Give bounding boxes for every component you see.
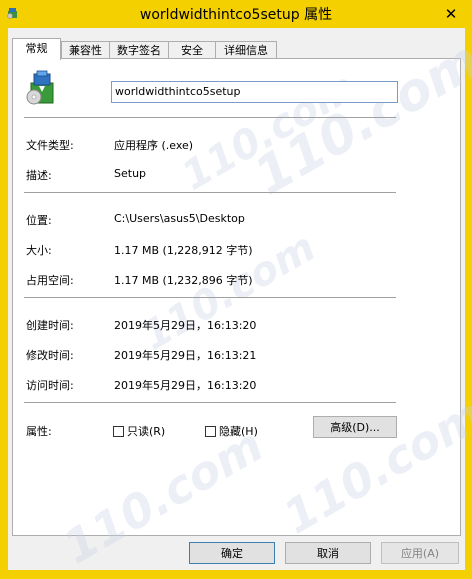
general-panel: 110.com 110.com 110.com 110.com 110.com …: [12, 31, 472, 574]
attributes-label: 属性:: [26, 425, 52, 438]
separator: [24, 117, 396, 118]
advanced-button[interactable]: 高级(D)...: [313, 416, 397, 438]
created-value: 2019年5月29日，16:13:20: [114, 319, 257, 332]
tab-general[interactable]: 常规: [12, 38, 61, 60]
file-type-value: 应用程序 (.exe): [114, 139, 194, 152]
modified-label: 修改时间:: [26, 349, 74, 362]
modified-value: 2019年5月29日，16:13:21: [114, 349, 257, 362]
close-button[interactable]: ✕: [441, 4, 461, 24]
installer-package-icon: [25, 70, 57, 106]
tab-compatibility[interactable]: 兼容性: [61, 41, 110, 59]
cancel-button[interactable]: 取消: [285, 542, 371, 564]
separator: [24, 402, 396, 403]
description-value: Setup: [114, 167, 147, 180]
close-icon: ✕: [444, 5, 458, 23]
dialog-body: 常规 兼容性 数字签名 安全 详细信息 110.com 110.com 110.…: [8, 28, 472, 574]
location-value: C:\Users\asus5\Desktop: [114, 212, 245, 225]
created-label: 创建时间:: [26, 319, 74, 332]
accessed-label: 访问时间:: [26, 379, 74, 392]
tab-security[interactable]: 安全: [168, 41, 216, 59]
file-type-label: 文件类型:: [26, 139, 74, 152]
tab-digital-signatures[interactable]: 数字签名: [109, 41, 169, 59]
size-label: 大小:: [26, 244, 52, 257]
size-value: 1.17 MB (1,228,912 字节): [114, 244, 253, 257]
accessed-value: 2019年5月29日，16:13:20: [114, 379, 257, 392]
apply-button[interactable]: 应用(A): [381, 542, 459, 564]
hidden-label: 隐藏(H): [219, 425, 258, 438]
file-name-field[interactable]: [111, 81, 398, 103]
checkbox-box[interactable]: [113, 425, 124, 437]
separator: [24, 297, 396, 298]
readonly-checkbox[interactable]: 只读(R): [113, 424, 165, 438]
window-title: worldwidthintco5setup 属性: [139, 7, 333, 23]
title-bar[interactable]: worldwidthintco5setup 属性 ✕: [1, 1, 471, 27]
hidden-checkbox[interactable]: 隐藏(H): [205, 424, 258, 438]
separator: [24, 192, 396, 193]
watermark: 110.com: [244, 30, 472, 208]
watermark: 110.com: [274, 387, 472, 545]
ok-button[interactable]: 确定: [189, 542, 275, 564]
checkbox-box[interactable]: [205, 425, 216, 437]
location-label: 位置:: [26, 214, 52, 227]
description-label: 描述:: [26, 169, 52, 182]
size-on-disk-value: 1.17 MB (1,232,896 字节): [114, 274, 253, 287]
readonly-label: 只读(R): [127, 425, 166, 438]
properties-window: worldwidthintco5setup 属性 ✕ 常规 兼容性 数字签名 安…: [0, 0, 472, 579]
tab-details[interactable]: 详细信息: [215, 41, 277, 59]
size-on-disk-label: 占用空间:: [26, 274, 74, 287]
